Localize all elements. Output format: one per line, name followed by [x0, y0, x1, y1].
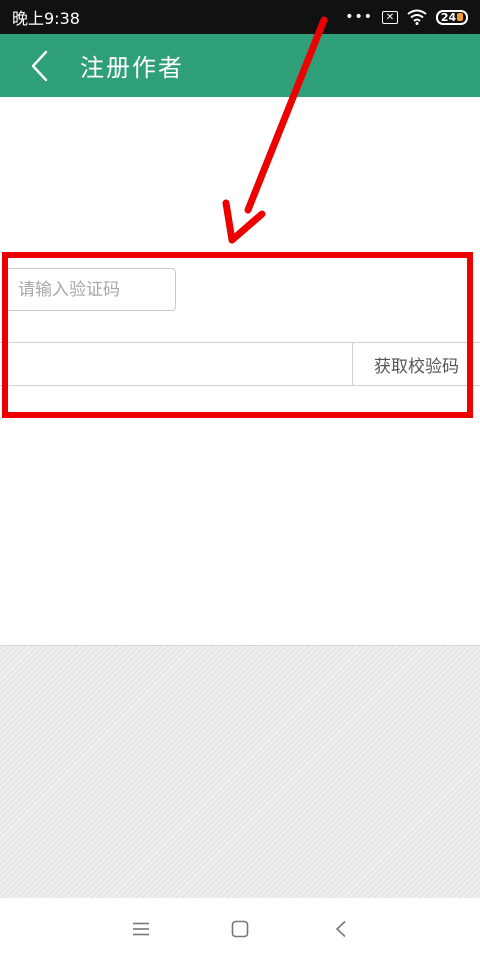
- back-button[interactable]: [0, 34, 80, 97]
- phone-input[interactable]: [0, 343, 352, 385]
- battery-charge-dot: [457, 13, 464, 21]
- battery-level: 24: [440, 10, 457, 24]
- home-button[interactable]: [225, 898, 255, 960]
- keyboard-placeholder-area: [0, 645, 480, 898]
- phone-row: 获取校验码: [0, 342, 480, 386]
- wifi-icon: [407, 9, 427, 25]
- verification-code-input[interactable]: [3, 268, 176, 311]
- menu-button[interactable]: [126, 898, 156, 960]
- menu-icon: [133, 922, 149, 936]
- home-square-icon: [231, 920, 249, 938]
- battery-icon: 24: [436, 9, 468, 25]
- chevron-left-icon: [31, 50, 48, 81]
- more-dots-icon: •••: [345, 9, 373, 25]
- app-bar: 注册作者: [0, 34, 480, 97]
- sim-x-icon: ✕: [382, 10, 398, 24]
- page-title: 注册作者: [80, 54, 184, 82]
- system-nav-bar: [0, 898, 480, 960]
- status-time: 晚上9:38: [12, 9, 80, 28]
- registration-form: 获取校验码: [0, 97, 480, 645]
- nav-back-button[interactable]: [326, 898, 356, 960]
- status-icons: ••• ✕ 24: [345, 9, 468, 25]
- get-code-button[interactable]: 获取校验码: [352, 343, 480, 385]
- status-bar: 晚上9:38 ••• ✕ 24: [0, 0, 480, 34]
- back-chevron-icon: [335, 920, 346, 938]
